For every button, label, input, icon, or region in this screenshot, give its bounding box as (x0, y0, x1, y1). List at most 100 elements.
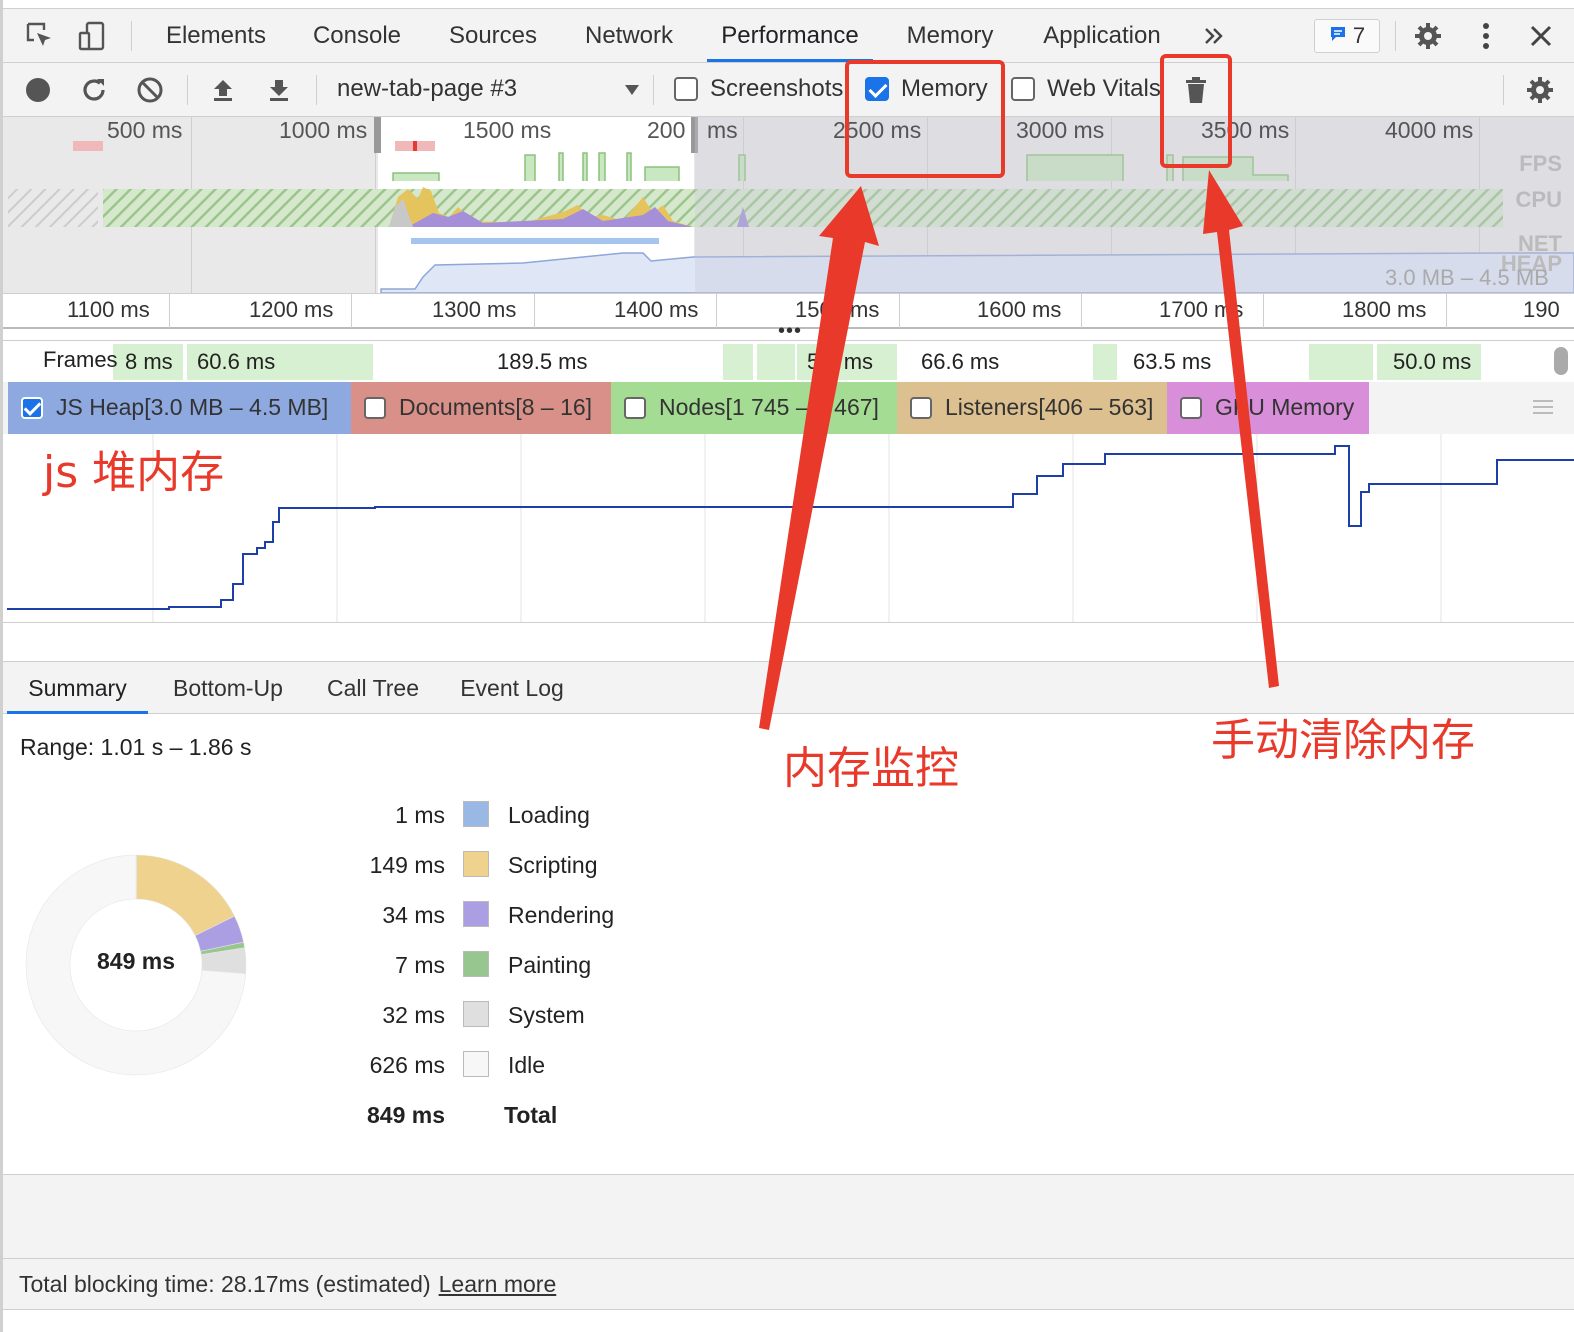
legend-swatch (463, 951, 489, 977)
timeline-overview[interactable]: 500 ms 1000 ms 1500 ms 200 ms 2500 ms 30… (3, 117, 1574, 293)
clear-icon[interactable] (133, 73, 167, 107)
range-label: Range: 1.01 s – 1.86 s (20, 734, 252, 760)
overview-tick: 1000 ms (279, 117, 368, 143)
upload-icon[interactable] (206, 73, 240, 107)
tab-summary[interactable]: Summary (7, 662, 148, 714)
web-vitals-checkbox[interactable] (1011, 77, 1035, 101)
counter-label: Listeners[406 – 563] (945, 394, 1154, 420)
overview-tick: 200 (647, 117, 686, 143)
legend-swatch (463, 901, 489, 927)
frame-duration: 5.2 ms (807, 349, 874, 374)
tab-application[interactable]: Application (1029, 9, 1175, 62)
double-chevron-right-icon[interactable] (1197, 19, 1231, 53)
tab-sources[interactable]: Sources (437, 9, 549, 62)
annotation-js-heap: js 堆内存 (43, 447, 225, 498)
overview-tick: 3000 ms (1016, 117, 1105, 143)
close-icon[interactable] (1524, 19, 1558, 53)
legend-swatch (463, 1001, 489, 1027)
documents-checkbox[interactable] (364, 397, 386, 419)
status-footer: Total blocking time: 28.17ms (estimated)… (3, 1258, 1574, 1310)
dropdown-arrow-icon[interactable] (615, 73, 649, 107)
panel-empty-area (3, 1174, 1574, 1258)
summary-category: Rendering (508, 902, 615, 928)
tab-performance[interactable]: Performance (707, 9, 873, 62)
frames-track[interactable]: Frames 8 ms 60.6 ms 189.5 ms 5.2 ms 66.6… (3, 340, 1574, 382)
summary-row-painting: 7 ms Painting (343, 946, 743, 986)
inspect-element-icon[interactable] (23, 19, 57, 53)
issues-count: 7 (1352, 23, 1366, 48)
summary-category: Painting (508, 952, 592, 978)
issues-badge-button[interactable]: 7 (1314, 19, 1380, 53)
tab-bottom-up[interactable]: Bottom-Up (153, 662, 303, 714)
hamburger-menu-icon[interactable] (1533, 398, 1553, 421)
frames-label: Frames (43, 347, 118, 372)
ruler-tick: 1800 ms (1342, 297, 1427, 322)
nodes-checkbox[interactable] (624, 397, 646, 419)
vertical-scrollbar[interactable] (1554, 347, 1568, 375)
overview-tick: 500 ms (107, 117, 183, 143)
ruler-tick: 190 (1523, 297, 1560, 322)
legend-swatch (463, 851, 489, 877)
summary-row-system: 32 ms System (343, 996, 743, 1036)
counter-documents[interactable]: Documents[8 – 16] (351, 382, 611, 434)
gpu-memory-checkbox[interactable] (1180, 397, 1202, 419)
overview-tick: ms (707, 117, 738, 143)
record-icon[interactable] (21, 73, 55, 107)
device-toolbar-icon[interactable] (75, 19, 109, 53)
counter-js-heap[interactable]: JS Heap[3.0 MB – 4.5 MB] (8, 382, 351, 434)
ruler-tick: 1100 ms (67, 297, 150, 322)
frame-duration: 8 ms (125, 349, 173, 374)
frame-duration: 63.5 ms (1133, 349, 1212, 374)
total-blocking-time: Total blocking time: 28.17ms (estimated) (19, 1271, 431, 1297)
screenshots-checkbox[interactable] (674, 77, 698, 101)
summary-value: 1 ms (395, 802, 445, 828)
annotation-manual-gc: 手动清除内存 (1211, 715, 1475, 766)
reload-icon[interactable] (77, 73, 111, 107)
ruler-tick: 1200 ms (249, 297, 334, 322)
annotation-box-memory (845, 60, 1005, 178)
tab-console[interactable]: Console (301, 9, 413, 62)
legend-swatch (463, 1051, 489, 1077)
ruler-tick: 1400 ms (614, 297, 699, 322)
tab-call-tree[interactable]: Call Tree (309, 662, 437, 714)
legend-swatch (463, 801, 489, 827)
frame-duration: 189.5 ms (497, 349, 588, 374)
overview-tick: 1500 ms (463, 117, 552, 143)
annotation-memory-monitor: 内存监控 (783, 743, 959, 794)
summary-value: 849 ms (366, 1102, 445, 1128)
tab-memory[interactable]: Memory (895, 9, 1005, 62)
listeners-checkbox[interactable] (910, 397, 932, 419)
counter-label: JS Heap[3.0 MB – 4.5 MB] (56, 394, 329, 420)
counter-gpu-memory[interactable]: GPU Memory (1167, 382, 1369, 434)
learn-more-link[interactable]: Learn more (439, 1271, 557, 1297)
tab-event-log[interactable]: Event Log (443, 662, 581, 714)
frame-duration: 50.0 ms (1393, 349, 1472, 374)
summary-category: Idle (508, 1052, 546, 1078)
js-heap-checkbox[interactable] (21, 397, 43, 419)
settings-gear-icon[interactable] (1411, 19, 1445, 53)
download-icon[interactable] (262, 73, 296, 107)
memory-counters-bar: JS Heap[3.0 MB – 4.5 MB] Documents[8 – 1… (3, 382, 1574, 434)
summary-row-total: 849 ms Total (343, 1096, 743, 1136)
summary-category: Scripting (508, 852, 598, 878)
settings-gear-icon[interactable] (1523, 73, 1557, 107)
summary-category: Total (504, 1102, 558, 1128)
ruler-tick: 1300 ms (432, 297, 517, 322)
summary-row-scripting: 149 ms Scripting (343, 846, 743, 886)
kebab-menu-icon[interactable] (1469, 19, 1503, 53)
fps-track-label: FPS (1519, 151, 1562, 176)
donut-total-label: 849 ms (96, 948, 175, 974)
track-separator (3, 622, 1574, 662)
tab-network[interactable]: Network (573, 9, 685, 62)
counter-listeners[interactable]: Listeners[406 – 563] (897, 382, 1167, 434)
summary-value: 626 ms (369, 1052, 445, 1078)
summary-category: Loading (508, 802, 590, 828)
ruler-tick: 1700 ms (1159, 297, 1244, 322)
tab-elements[interactable]: Elements (155, 9, 277, 62)
cpu-track-label: CPU (1515, 187, 1562, 212)
target-select[interactable]: new-tab-page #3 (337, 75, 517, 103)
devtools-window: Elements Console Sources Network Perform… (0, 0, 1574, 1332)
counter-nodes[interactable]: Nodes[1 745 – 2 467] (611, 382, 897, 434)
performance-toolbar: new-tab-page #3 Screenshots Memory Web V… (3, 63, 1574, 117)
issues-icon (1329, 23, 1347, 49)
